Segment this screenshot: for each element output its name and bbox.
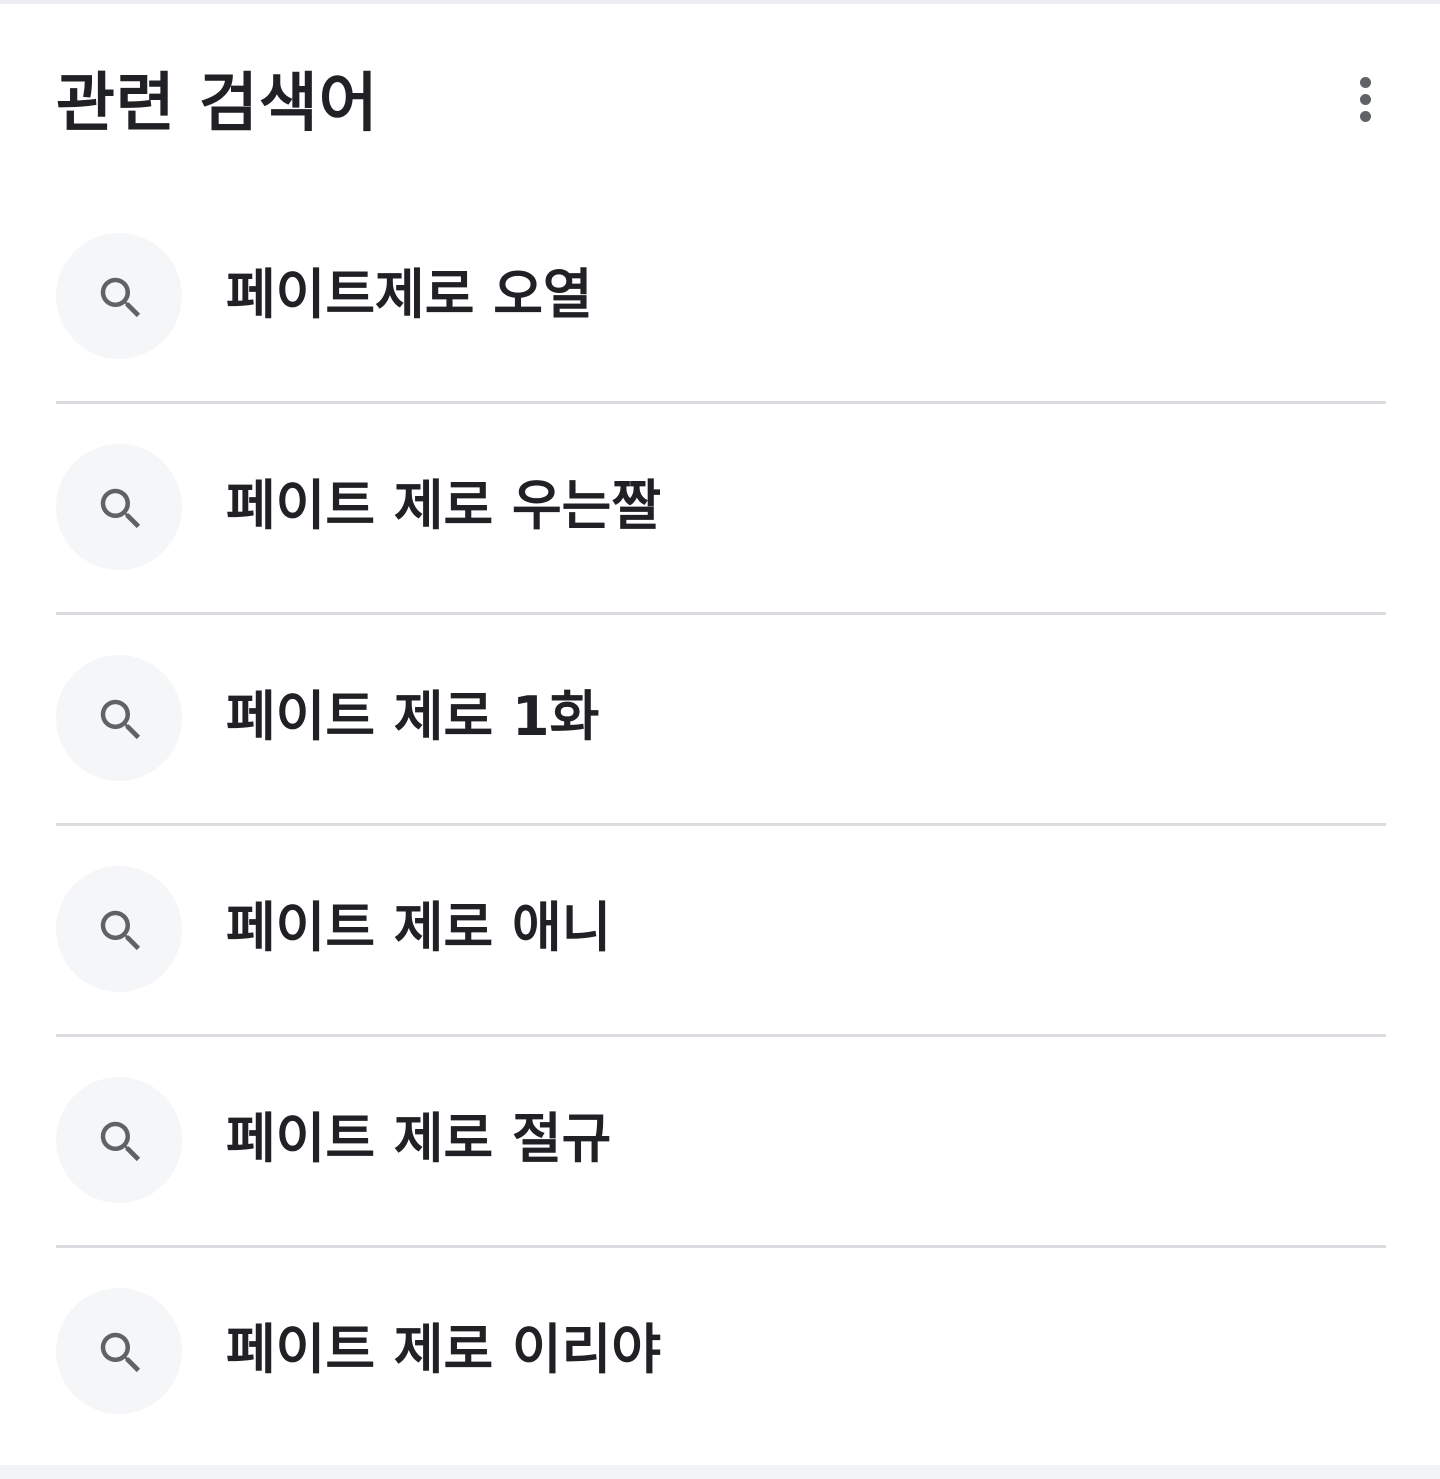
related-search-item[interactable]: 페이트 제로 우는짤 <box>56 404 1386 615</box>
related-search-label: 페이트 제로 1화 <box>226 685 600 748</box>
more-vert-icon-dot <box>1360 94 1371 105</box>
more-vert-icon-dot <box>1360 111 1371 122</box>
search-icon <box>56 1077 182 1203</box>
search-icon <box>56 233 182 359</box>
related-search-item[interactable]: 페이트 제로 이리야 <box>56 1248 1386 1459</box>
search-icon <box>56 444 182 570</box>
related-search-item[interactable]: 페이트제로 오열 <box>56 193 1386 404</box>
related-search-item[interactable]: 페이트 제로 1화 <box>56 615 1386 826</box>
related-searches-card: 관련 검색어 페이트제로 오열 페이트 제로 우는짤 페이트 제로 1화 페이트… <box>0 4 1440 1465</box>
related-search-item[interactable]: 페이트 제로 애니 <box>56 826 1386 1037</box>
related-search-item[interactable]: 페이트 제로 절규 <box>56 1037 1386 1248</box>
search-icon <box>56 655 182 781</box>
bottom-separator <box>0 1465 1440 1479</box>
related-search-label: 페이트 제로 우는짤 <box>226 474 662 537</box>
search-icon <box>56 866 182 992</box>
related-search-label: 페이트 제로 애니 <box>226 896 612 959</box>
related-search-label: 페이트 제로 이리야 <box>226 1318 662 1381</box>
more-options-button[interactable] <box>1346 72 1386 128</box>
related-search-label: 페이트제로 오열 <box>226 263 593 326</box>
related-searches-list: 페이트제로 오열 페이트 제로 우는짤 페이트 제로 1화 페이트 제로 애니 <box>56 193 1386 1459</box>
section-title: 관련 검색어 <box>56 67 379 141</box>
related-search-label: 페이트 제로 절규 <box>226 1107 612 1170</box>
search-icon <box>56 1288 182 1414</box>
related-searches-header: 관련 검색어 <box>56 60 1386 150</box>
more-vert-icon <box>1360 77 1371 88</box>
